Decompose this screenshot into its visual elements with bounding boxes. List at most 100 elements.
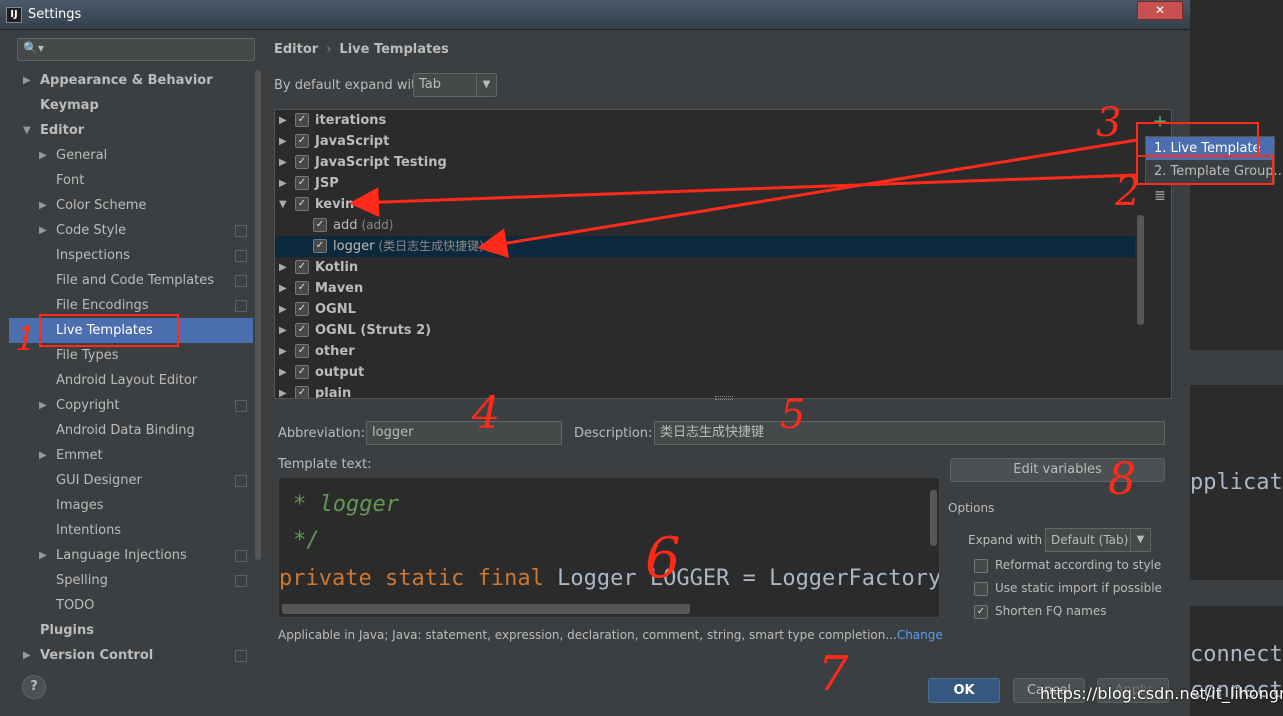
breadcrumb-editor[interactable]: Editor	[274, 42, 318, 57]
template-checkbox[interactable]: ✓	[295, 281, 309, 295]
template-row[interactable]: ✓ add (add)	[275, 215, 1135, 236]
template-checkbox[interactable]: ✓	[295, 197, 309, 211]
sidebar-item[interactable]: ▶ Appearance & Behavior	[23, 68, 213, 93]
template-checkbox[interactable]: ✓	[295, 365, 309, 379]
template-group-row[interactable]: ▶ ✓ Maven	[275, 278, 1135, 299]
chevron-right-icon[interactable]: ▶	[39, 443, 47, 468]
splitter-handle[interactable]	[715, 396, 733, 400]
change-link[interactable]: Change	[897, 628, 943, 642]
menu-item-live-template[interactable]: 1. Live Template	[1146, 137, 1274, 160]
chevron-right-icon[interactable]: ▶	[279, 173, 287, 194]
sidebar-item[interactable]: Font	[56, 168, 84, 193]
chevron-right-icon[interactable]: ▶	[39, 393, 47, 418]
template-row[interactable]: ✓ logger (类日志生成快捷键)	[275, 236, 1135, 257]
template-group-row[interactable]: ▶ ✓ OGNL (Struts 2)	[275, 320, 1135, 341]
sidebar-scrollbar[interactable]	[255, 70, 261, 560]
chevron-right-icon[interactable]: ▶	[279, 341, 287, 362]
sidebar-item[interactable]: Images	[56, 493, 104, 518]
sidebar-item[interactable]: ▶ Code Style	[39, 218, 126, 243]
help-button[interactable]: ?	[22, 675, 46, 699]
chevron-right-icon[interactable]: ▶	[39, 218, 47, 243]
template-group-row[interactable]: ▶ ✓ output	[275, 362, 1135, 383]
template-group-row[interactable]: ▶ ✓ plain	[275, 383, 1135, 398]
reformat-checkbox[interactable]	[974, 559, 988, 573]
template-checkbox[interactable]: ✓	[295, 323, 309, 337]
chevron-right-icon[interactable]: ▶	[279, 278, 287, 299]
search-input[interactable]: 🔍▾	[17, 38, 255, 61]
chevron-right-icon[interactable]: ▶	[39, 143, 47, 168]
sidebar-item[interactable]: Live Templates	[9, 318, 253, 343]
sidebar-item[interactable]: ▶ Version Control	[23, 643, 153, 668]
window-title: Settings	[28, 7, 82, 22]
template-checkbox[interactable]: ✓	[295, 155, 309, 169]
description-field[interactable]: 类日志生成快捷键	[654, 421, 1165, 445]
template-checkbox[interactable]: ✓	[313, 218, 327, 232]
sidebar-item[interactable]: Android Data Binding	[56, 418, 195, 443]
chevron-right-icon[interactable]: ▶	[279, 320, 287, 341]
chevron-right-icon[interactable]: ▶	[23, 643, 31, 668]
chevron-right-icon[interactable]: ▶	[39, 193, 47, 218]
sidebar-item[interactable]: ▼ Editor	[23, 118, 84, 143]
chevron-right-icon[interactable]: ▶	[39, 543, 47, 568]
chevron-right-icon[interactable]: ▶	[279, 131, 287, 152]
sidebar-item[interactable]: TODO	[56, 593, 94, 618]
sidebar-item[interactable]: Android Layout Editor	[56, 368, 197, 393]
sidebar-item[interactable]: File and Code Templates	[56, 268, 214, 293]
editor-vertical-scrollbar[interactable]	[930, 490, 937, 546]
template-checkbox[interactable]: ✓	[295, 134, 309, 148]
chevron-down-icon[interactable]: ▼	[279, 194, 287, 215]
sidebar-item[interactable]: Spelling	[56, 568, 108, 593]
template-text-editor[interactable]: * logger */ private static final Logger …	[278, 477, 940, 618]
editor-horizontal-scrollbar[interactable]	[282, 604, 690, 614]
sidebar-item[interactable]: ▶ Copyright	[39, 393, 120, 418]
abbreviation-field[interactable]: logger	[366, 421, 562, 445]
template-checkbox[interactable]: ✓	[313, 239, 327, 253]
template-group-row[interactable]: ▶ ✓ JSP	[275, 173, 1135, 194]
sidebar-item[interactable]: File Encodings	[56, 293, 149, 318]
template-group-row[interactable]: ▶ ✓ other	[275, 341, 1135, 362]
sidebar-item[interactable]: Plugins	[40, 618, 94, 643]
list-icon[interactable]: ≣	[1149, 188, 1171, 210]
expand-with-select[interactable]: Tab ▼	[413, 73, 497, 97]
chevron-right-icon[interactable]: ▶	[279, 362, 287, 383]
options-expand-select[interactable]: Default (Tab) ▼	[1045, 528, 1151, 552]
sidebar-item[interactable]: Keymap	[40, 93, 99, 118]
template-group-row[interactable]: ▶ ✓ Kotlin	[275, 257, 1135, 278]
template-group-row[interactable]: ▶ ✓ iterations	[275, 110, 1135, 131]
chevron-right-icon[interactable]: ▶	[279, 110, 287, 131]
sidebar-item[interactable]: Intentions	[56, 518, 121, 543]
static-import-checkbox[interactable]	[974, 582, 988, 596]
sidebar-item-label: Font	[56, 173, 85, 188]
template-checkbox[interactable]: ✓	[295, 260, 309, 274]
template-checkbox[interactable]: ✓	[295, 386, 309, 398]
template-group-row[interactable]: ▶ ✓ OGNL	[275, 299, 1135, 320]
sidebar-item[interactable]: ▶ Language Injections	[39, 543, 187, 568]
chevron-right-icon[interactable]: ▶	[279, 299, 287, 320]
chevron-right-icon[interactable]: ▶	[23, 68, 31, 93]
sidebar-item[interactable]: ▶ Emmet	[39, 443, 103, 468]
sidebar-item[interactable]: ▶ General	[39, 143, 107, 168]
edit-variables-button[interactable]: Edit variables	[950, 458, 1165, 482]
templates-scrollbar[interactable]	[1137, 215, 1144, 325]
template-checkbox[interactable]: ✓	[295, 302, 309, 316]
close-button[interactable]: ✕	[1137, 1, 1183, 20]
ok-button[interactable]: OK	[928, 678, 1000, 703]
chevron-right-icon[interactable]: ▶	[279, 383, 287, 398]
template-checkbox[interactable]: ✓	[295, 113, 309, 127]
sidebar-item[interactable]: ▶ Color Scheme	[39, 193, 146, 218]
template-group-row[interactable]: ▼ ✓ kevin	[275, 194, 1135, 215]
add-icon[interactable]: +	[1149, 112, 1171, 134]
chevron-right-icon[interactable]: ▶	[279, 257, 287, 278]
template-checkbox[interactable]: ✓	[295, 176, 309, 190]
menu-item-template-group[interactable]: 2. Template Group...	[1146, 160, 1283, 183]
template-group-row[interactable]: ▶ ✓ JavaScript	[275, 131, 1135, 152]
shorten-fq-checkbox[interactable]: ✓	[974, 605, 988, 619]
sidebar-item[interactable]: Inspections	[56, 243, 130, 268]
chevron-right-icon[interactable]: ▶	[279, 152, 287, 173]
chevron-down-icon[interactable]: ▼	[23, 118, 31, 143]
template-group-row[interactable]: ▶ ✓ JavaScript Testing	[275, 152, 1135, 173]
sidebar-item[interactable]: GUI Designer	[56, 468, 142, 493]
background-code-line: pplicat	[1190, 470, 1283, 495]
sidebar-item[interactable]: File Types	[56, 343, 119, 368]
template-checkbox[interactable]: ✓	[295, 344, 309, 358]
